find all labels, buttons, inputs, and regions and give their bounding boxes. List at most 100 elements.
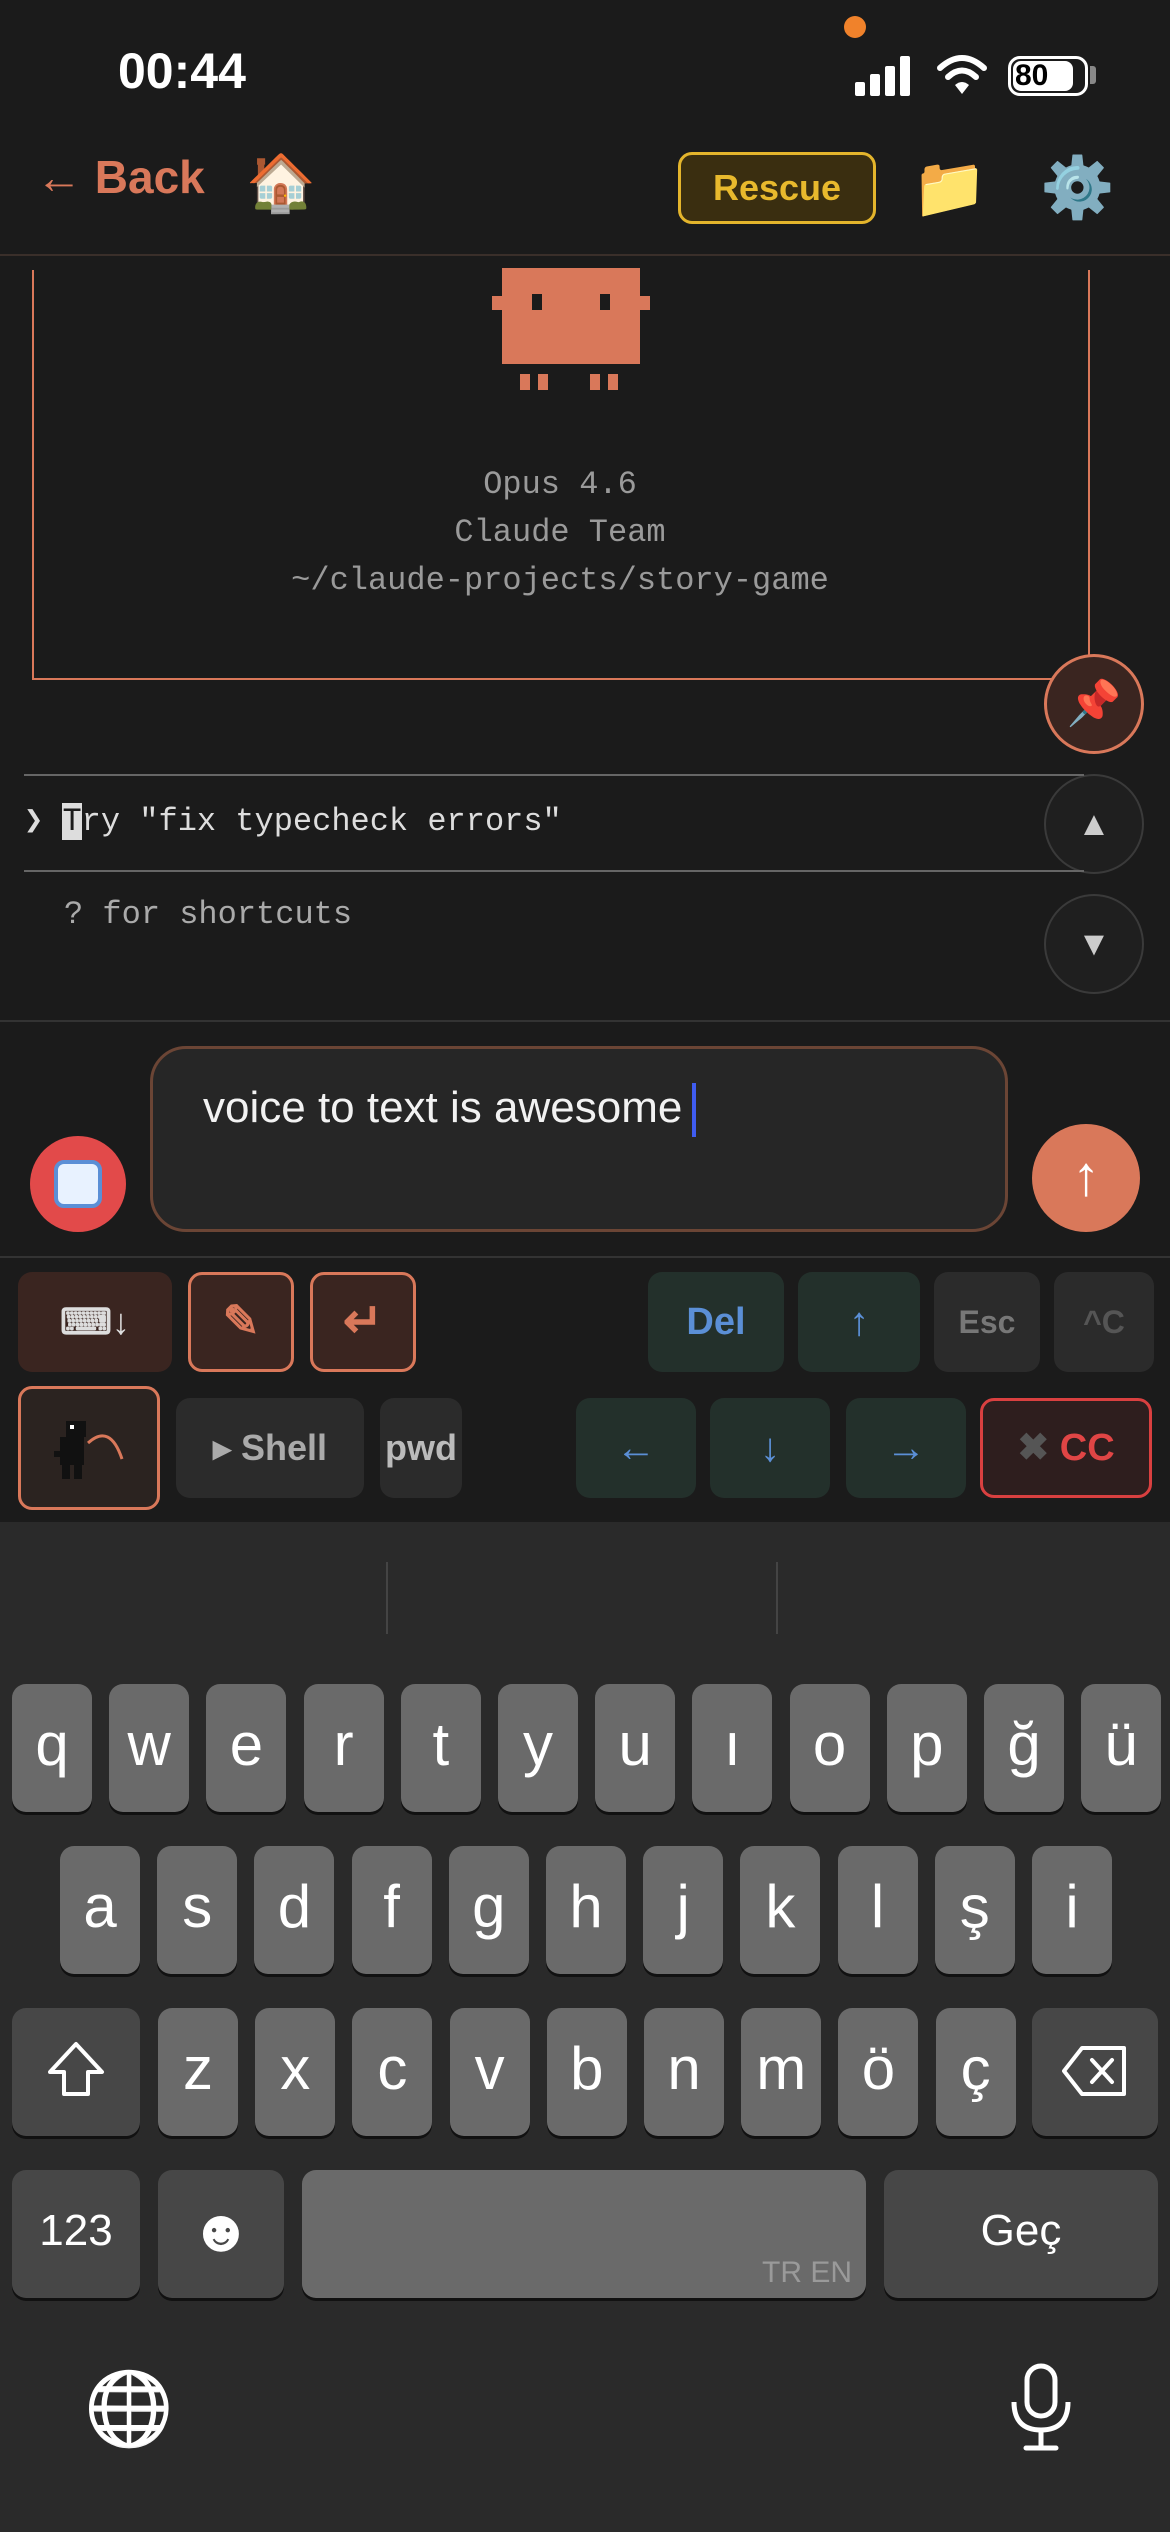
ctrl-c-button[interactable]: ^C — [1054, 1272, 1154, 1372]
key-k[interactable]: k — [740, 1846, 821, 1974]
prompt-bottom-rule — [24, 870, 1084, 872]
arrow-up-key[interactable]: ↑ — [798, 1272, 920, 1372]
battery-icon: 80 — [1008, 56, 1088, 96]
x-icon: ✖ — [1017, 1427, 1050, 1469]
key-u[interactable]: u — [595, 1684, 676, 1812]
key-ş[interactable]: ş — [934, 1846, 1015, 1974]
scroll-up-button[interactable]: ▲ — [1044, 774, 1144, 874]
scroll-down-button[interactable]: ▼ — [1044, 894, 1144, 994]
team-name: Claude Team — [454, 514, 666, 551]
key-l[interactable]: l — [837, 1846, 918, 1974]
pin-icon: 📌 — [1066, 679, 1122, 728]
input-divider — [0, 1256, 1170, 1258]
battery-cap — [1090, 66, 1096, 84]
model-name: Opus 4.6 — [483, 466, 637, 503]
suggestion-separator — [386, 1562, 388, 1634]
key-g[interactable]: g — [448, 1846, 529, 1974]
enter-button[interactable]: ↵ — [310, 1272, 416, 1372]
key-e[interactable]: e — [206, 1684, 287, 1812]
backspace-icon — [1062, 2046, 1126, 2096]
rescue-button[interactable]: Rescue — [678, 152, 876, 224]
return-key[interactable]: Geç — [884, 2170, 1158, 2298]
gear-icon[interactable]: ⚙️ — [1040, 152, 1115, 223]
kill-claude-button[interactable]: ✖ CC — [980, 1398, 1152, 1498]
del-button[interactable]: Del — [648, 1272, 784, 1372]
key-a[interactable]: a — [60, 1846, 140, 1974]
esc-button[interactable]: Esc — [934, 1272, 1040, 1372]
shift-icon — [48, 2042, 104, 2096]
key-w[interactable]: w — [109, 1684, 190, 1812]
mic-indicator-dot — [844, 16, 866, 38]
enter-icon: ↵ — [342, 1295, 384, 1348]
folder-icon[interactable]: 📁 — [912, 152, 987, 223]
key-m[interactable]: m — [741, 2008, 822, 2136]
key-j[interactable]: j — [643, 1846, 724, 1974]
arrow-right-key[interactable]: → — [846, 1398, 966, 1498]
pwd-button[interactable]: pwd — [380, 1398, 462, 1498]
cellular-signal-icon — [855, 56, 915, 96]
key-ö[interactable]: ö — [838, 2008, 919, 2136]
wifi-icon — [937, 55, 987, 94]
key-f[interactable]: f — [351, 1846, 432, 1974]
triangle-up-icon: ▲ — [1077, 805, 1111, 843]
claude-mascot-icon — [492, 268, 650, 390]
arrow-up-icon: ↑ — [1072, 1144, 1100, 1207]
key-p[interactable]: p — [886, 1684, 967, 1812]
terminal-prompt: ❯ Try "fix typecheck errors" — [24, 800, 562, 840]
arrow-left-key[interactable]: ← — [576, 1398, 696, 1498]
globe-icon[interactable]: 🌐 — [84, 2366, 174, 2451]
key-ı[interactable]: ı — [692, 1684, 773, 1812]
header-divider — [0, 254, 1170, 256]
triangle-down-icon: ▼ — [1077, 925, 1111, 963]
message-input[interactable]: voice to text is awesome — [150, 1046, 1008, 1232]
prompt-top-rule — [24, 774, 1084, 776]
backspace-key[interactable] — [1032, 2008, 1158, 2136]
back-button[interactable]: ← Back — [36, 150, 205, 204]
key-z[interactable]: z — [158, 2008, 238, 2136]
terminal-divider — [0, 1020, 1170, 1022]
key-t[interactable]: t — [400, 1684, 481, 1812]
prompt-placeholder: ry "fix typecheck errors" — [81, 803, 562, 840]
shift-key[interactable] — [12, 2008, 140, 2136]
key-c[interactable]: c — [352, 2008, 433, 2136]
key-h[interactable]: h — [546, 1846, 626, 1974]
key-r[interactable]: r — [303, 1684, 384, 1812]
emoji-icon: ☻ — [189, 2197, 253, 2264]
key-x[interactable]: x — [255, 2008, 336, 2136]
back-label: Back — [94, 151, 205, 203]
edit-button[interactable]: ✎ — [188, 1272, 294, 1372]
shortcuts-hint: ? for shortcuts — [64, 896, 353, 933]
arrow-down-key[interactable]: ↓ — [710, 1398, 830, 1498]
key-n[interactable]: n — [644, 2008, 724, 2136]
key-ç[interactable]: ç — [935, 2008, 1016, 2136]
send-button[interactable]: ↑ — [1032, 1124, 1140, 1232]
numbers-key[interactable]: 123 — [12, 2170, 140, 2298]
home-icon[interactable]: 🏠 — [246, 150, 316, 216]
language-indicator: TR EN — [762, 2256, 852, 2289]
battery-level: 80 — [1015, 59, 1049, 92]
stop-recording-button[interactable] — [30, 1136, 126, 1232]
space-key[interactable]: TR EN — [302, 2170, 866, 2298]
emoji-key[interactable]: ☻ — [158, 2170, 284, 2298]
dino-button[interactable] — [18, 1386, 160, 1510]
terminal-cursor: T — [62, 803, 82, 840]
key-s[interactable]: s — [157, 1846, 238, 1974]
microphone-icon[interactable] — [1006, 2362, 1076, 2454]
key-q[interactable]: q — [12, 1684, 92, 1812]
pin-button[interactable]: 📌 — [1044, 654, 1144, 754]
text-caret — [692, 1083, 697, 1138]
message-text: voice to text is awesome — [203, 1083, 683, 1132]
key-o[interactable]: o — [789, 1684, 870, 1812]
key-d[interactable]: d — [254, 1846, 335, 1974]
key-ğ[interactable]: ğ — [984, 1684, 1064, 1812]
key-y[interactable]: y — [498, 1684, 578, 1812]
key-v[interactable]: v — [449, 2008, 530, 2136]
cc-label: CC — [1059, 1427, 1115, 1469]
status-time: 00:44 — [118, 43, 246, 99]
hide-keyboard-button[interactable]: ⌨↓ — [18, 1272, 172, 1372]
key-b[interactable]: b — [546, 2008, 627, 2136]
dinosaur-icon — [54, 1421, 124, 1479]
key-ü[interactable]: ü — [1081, 1684, 1162, 1812]
shell-button[interactable]: ▸ Shell — [176, 1398, 364, 1498]
key-i[interactable]: i — [1032, 1846, 1112, 1974]
